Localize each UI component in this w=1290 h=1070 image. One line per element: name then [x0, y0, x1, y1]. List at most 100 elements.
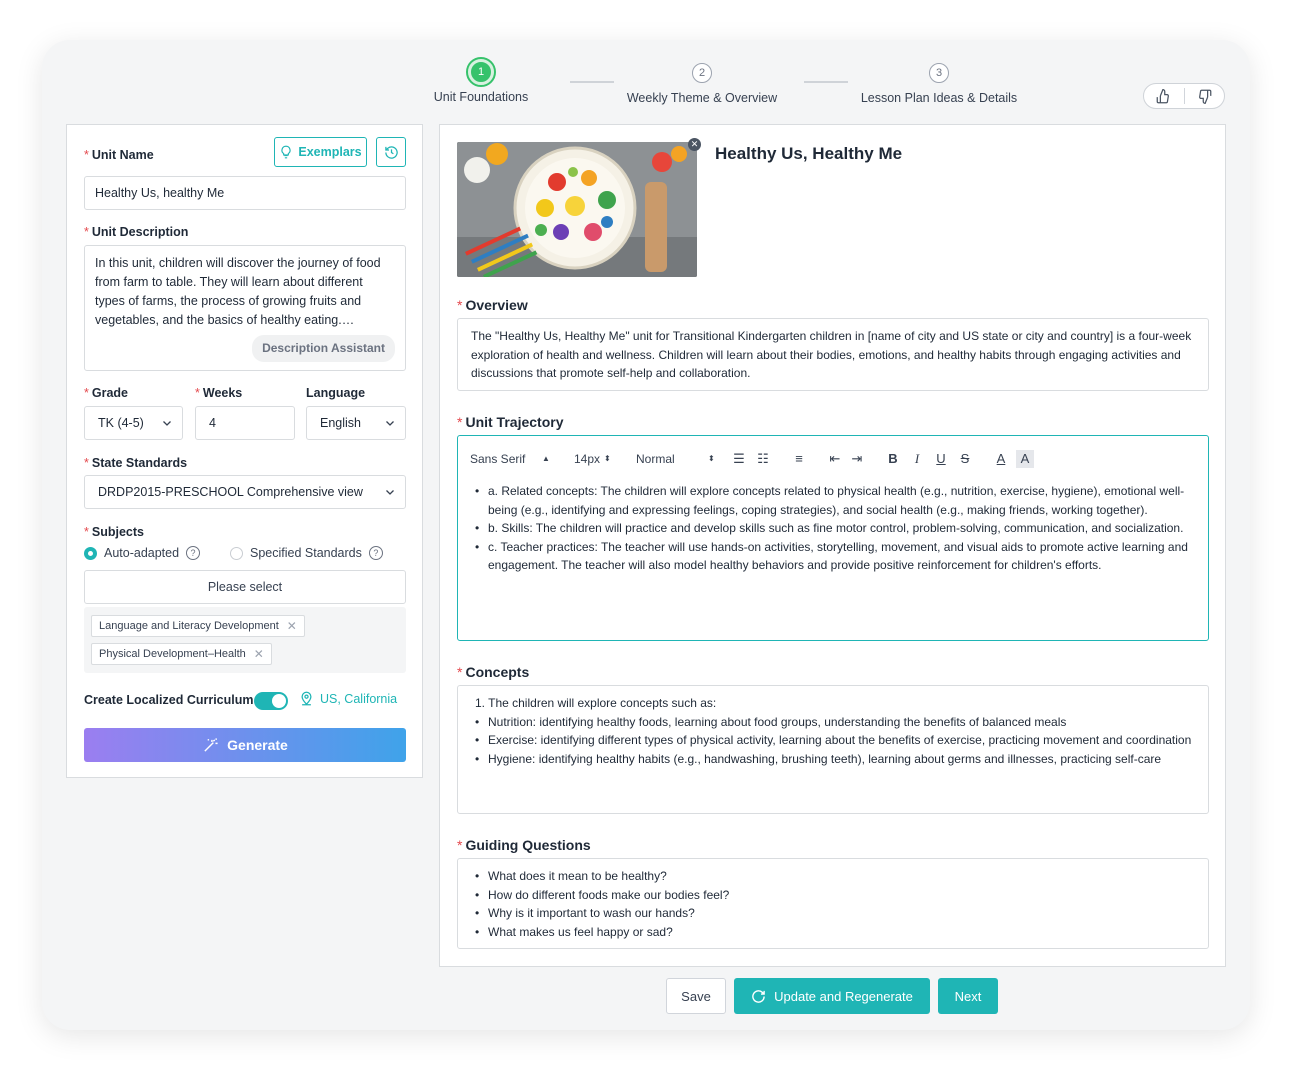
guiding-questions-field[interactable]: What does it mean to be healthy? How do …: [457, 858, 1209, 949]
refresh-icon: [752, 989, 765, 1003]
update-regenerate-button[interactable]: Update and Regenerate: [734, 978, 930, 1014]
unit-name-input[interactable]: Healthy Us, healthy Me: [84, 176, 406, 210]
save-button[interactable]: Save: [666, 978, 726, 1014]
language-select[interactable]: English: [306, 406, 406, 440]
radio-dot: [230, 546, 243, 560]
exemplars-label: Exemplars: [298, 145, 362, 159]
ordered-list-icon[interactable]: ☰: [730, 450, 748, 468]
bullet-list-icon[interactable]: ☷: [754, 450, 772, 468]
generate-label: Generate: [227, 737, 288, 753]
italic-icon[interactable]: I: [908, 450, 926, 468]
guiding-questions-list: What does it mean to be healthy? How do …: [471, 867, 1195, 941]
location-pin-icon: [301, 691, 312, 706]
unit-trajectory-editor[interactable]: Sans Serif ▲ 14px ⬍ Normal ⬍ ☰ ☷ ≡ ⇤ ⇥ B I …: [457, 435, 1209, 641]
overview-label: * Overview: [457, 297, 528, 313]
healthy-plate-illustration: [457, 142, 697, 277]
grade-select[interactable]: TK (4-5): [84, 406, 183, 440]
location-link[interactable]: US, California: [299, 691, 397, 706]
unit-trajectory-label: * Unit Trajectory: [457, 414, 564, 430]
selected-subjects: Language and Literacy Development ✕ Phys…: [84, 607, 406, 673]
subject-tag: Physical Development–Health ✕: [91, 643, 272, 665]
step-number: 3: [929, 63, 949, 83]
step-number: 1: [466, 57, 496, 87]
step-unit-foundations[interactable]: 1 Unit Foundations: [433, 57, 529, 104]
font-size-select[interactable]: 14px ⬍: [574, 450, 636, 469]
step-lesson-plan[interactable]: 3 Lesson Plan Ideas & Details: [861, 63, 1017, 105]
exemplars-button[interactable]: Exemplars: [274, 137, 367, 167]
list-item: a. Related concepts: The children will e…: [471, 482, 1195, 519]
subjects-select[interactable]: Please select: [84, 570, 406, 604]
subjects-label: * Subjects: [84, 525, 144, 539]
indent-decrease-icon[interactable]: ⇤: [826, 450, 844, 468]
state-standards-value: DRDP2015-PRESCHOOL Comprehensive view: [98, 485, 363, 499]
thumbs-down-button[interactable]: [1185, 84, 1225, 108]
indent-increase-icon[interactable]: ⇥: [848, 450, 866, 468]
chevron-down-icon: [386, 490, 394, 495]
weeks-label: * Weeks: [195, 386, 243, 400]
lightbulb-icon: [281, 145, 291, 159]
unit-name-value: Healthy Us, healthy Me: [95, 186, 225, 200]
step-connector: [570, 81, 614, 83]
localized-toggle[interactable]: [254, 692, 288, 710]
updown-icon: ▲: [542, 453, 550, 463]
step-label: Unit Foundations: [433, 90, 529, 104]
strikethrough-icon[interactable]: S: [956, 450, 974, 468]
unit-description-value: In this unit, children will discover the…: [95, 256, 381, 327]
editor-toolbar: Sans Serif ▲ 14px ⬍ Normal ⬍ ☰ ☷ ≡ ⇤ ⇥ B I …: [458, 436, 1208, 482]
chevron-down-icon: [163, 421, 171, 426]
history-button[interactable]: [376, 137, 406, 167]
font-family-value: Sans Serif: [470, 451, 526, 466]
save-label: Save: [681, 988, 711, 1004]
concepts-field[interactable]: 1. The children will explore concepts su…: [457, 685, 1209, 814]
language-label: Language: [306, 386, 366, 400]
updown-icon: ⬍: [604, 453, 611, 463]
list-item: What makes us feel happy or sad?: [471, 923, 1195, 942]
weeks-value: 4: [209, 416, 216, 430]
thumbs-up-button[interactable]: [1144, 84, 1184, 108]
radio-dot: [84, 546, 97, 560]
grade-value: TK (4-5): [98, 416, 144, 430]
subject-tag: Language and Literacy Development ✕: [91, 615, 305, 637]
subjects-placeholder: Please select: [207, 580, 283, 594]
text-color-icon[interactable]: A: [992, 450, 1010, 468]
text-style-value: Normal: [636, 451, 675, 466]
highlight-color-icon[interactable]: A: [1016, 450, 1034, 468]
grade-label: * Grade: [84, 386, 129, 400]
list-item: Nutrition: identifying healthy foods, le…: [471, 713, 1195, 732]
radio-auto-adapted[interactable]: Auto-adapted ?: [84, 546, 201, 560]
radio-label: Specified Standards: [250, 546, 362, 560]
unit-description-textarea[interactable]: In this unit, children will discover the…: [84, 245, 406, 371]
weeks-input[interactable]: 4: [195, 406, 295, 440]
step-connector: [804, 81, 848, 83]
overview-text: The "Healthy Us, Healthy Me" unit for Tr…: [471, 329, 1192, 381]
align-left-icon[interactable]: ≡: [790, 450, 808, 468]
state-standards-label: * State Standards: [84, 456, 188, 470]
state-standards-select[interactable]: DRDP2015-PRESCHOOL Comprehensive view: [84, 475, 406, 509]
unit-description-label: * Unit Description: [84, 225, 189, 239]
bold-icon[interactable]: B: [884, 450, 902, 468]
radio-label: Auto-adapted: [104, 546, 180, 560]
text-style-select[interactable]: Normal ⬍: [636, 450, 722, 469]
overview-field[interactable]: The "Healthy Us, Healthy Me" unit for Tr…: [457, 318, 1209, 391]
help-icon[interactable]: ?: [186, 546, 201, 560]
feedback-group: [1143, 83, 1225, 109]
help-icon[interactable]: ?: [368, 546, 383, 560]
radio-specified-standards[interactable]: Specified Standards ?: [230, 546, 383, 560]
generate-button[interactable]: Generate: [84, 728, 406, 762]
underline-icon[interactable]: U: [932, 450, 950, 468]
concepts-intro: 1. The children will explore concepts su…: [475, 696, 717, 710]
font-family-select[interactable]: Sans Serif ▲: [470, 450, 560, 469]
list-item: b. Skills: The children will practice an…: [471, 519, 1195, 538]
close-icon[interactable]: ✕: [287, 619, 297, 633]
close-icon[interactable]: ✕: [254, 647, 264, 661]
list-item: How do different foods make our bodies f…: [471, 886, 1195, 905]
concepts-list: Nutrition: identifying healthy foods, le…: [471, 713, 1195, 769]
language-value: English: [320, 416, 361, 430]
description-assistant-button[interactable]: Description Assistant: [252, 335, 395, 362]
step-weekly-theme[interactable]: 2 Weekly Theme & Overview: [626, 63, 778, 105]
remove-image-icon[interactable]: ✕: [688, 138, 701, 151]
next-button[interactable]: Next: [938, 978, 998, 1014]
chevron-down-icon: [386, 421, 394, 426]
step-number: 2: [692, 63, 712, 83]
step-label: Lesson Plan Ideas & Details: [860, 91, 1018, 105]
